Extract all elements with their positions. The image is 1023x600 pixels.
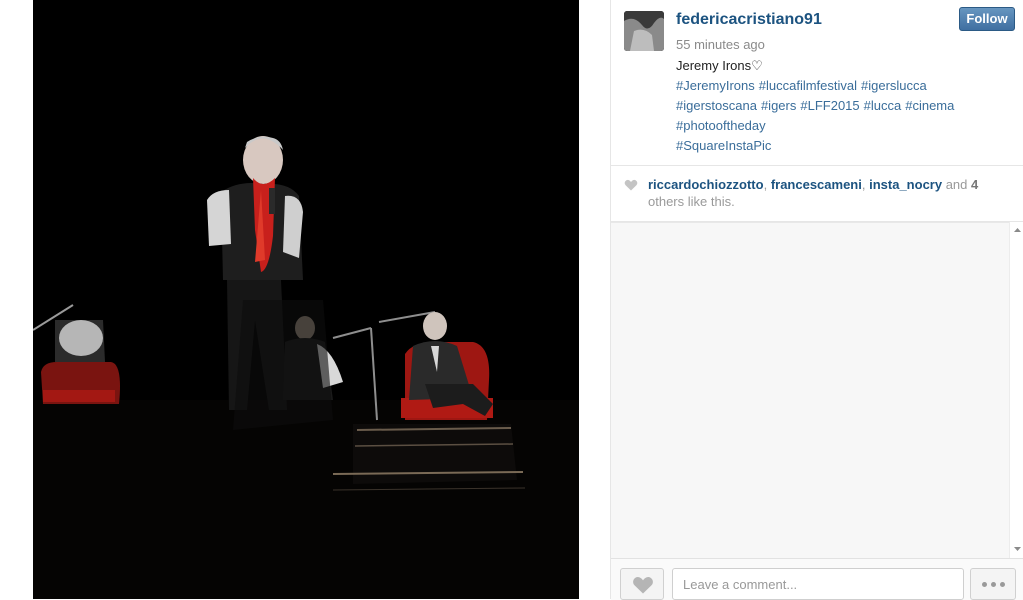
- caption-text: Jeremy Irons♡: [676, 58, 763, 73]
- post-photo[interactable]: [33, 0, 579, 599]
- username-link[interactable]: federicacristiano91: [676, 11, 822, 29]
- liker-link[interactable]: insta_nocry: [869, 177, 942, 192]
- likes-suffix: others like this.: [648, 194, 735, 209]
- hashtag-link[interactable]: #luccafilmfestival: [759, 78, 857, 93]
- photo-illustration: [33, 0, 579, 599]
- likes-summary: riccardochiozzotto, francescameni, insta…: [648, 176, 1008, 210]
- comment-input[interactable]: [672, 568, 964, 600]
- comments-scrollbar[interactable]: [1009, 222, 1023, 558]
- likes-section: riccardochiozzotto, francescameni, insta…: [611, 166, 1023, 221]
- follow-button[interactable]: Follow: [959, 7, 1015, 31]
- hashtag-link[interactable]: #LFF2015: [800, 98, 859, 113]
- liker-link[interactable]: riccardochiozzotto: [648, 177, 764, 192]
- more-dots-icon: [981, 582, 987, 587]
- more-dots-icon: [990, 582, 996, 587]
- hashtag-link[interactable]: #photooftheday: [676, 118, 766, 133]
- hashtag-link[interactable]: #igerslucca: [861, 78, 927, 93]
- hashtag-link[interactable]: #cinema: [905, 98, 954, 113]
- comments-list[interactable]: [611, 222, 1009, 558]
- hashtag-list: #JeremyIrons #luccafilmfestival #igerslucc…: [676, 76, 996, 156]
- heart-icon: [624, 179, 638, 191]
- comment-footer: [611, 558, 1023, 600]
- post-caption: Jeremy Irons♡ #JeremyIrons #luccafilmfest…: [676, 56, 996, 156]
- post-header: federicacristiano91 55 minutes ago Follo…: [611, 0, 1023, 165]
- hashtag-link[interactable]: #igerstoscana: [676, 98, 757, 113]
- more-options-button[interactable]: [970, 568, 1016, 600]
- liker-link[interactable]: francescameni: [771, 177, 862, 192]
- hashtag-link[interactable]: #igers: [761, 98, 796, 113]
- like-button[interactable]: [620, 568, 664, 600]
- avatar-image: [624, 11, 664, 51]
- more-dots-icon: [999, 582, 1005, 587]
- scroll-down-arrow-icon[interactable]: [1013, 544, 1022, 553]
- separator: ,: [763, 177, 771, 192]
- avatar[interactable]: [624, 11, 664, 51]
- hashtag-link[interactable]: #lucca: [864, 98, 902, 113]
- hashtag-link[interactable]: #SquareInstaPic: [676, 138, 771, 153]
- scroll-up-arrow-icon[interactable]: [1013, 226, 1022, 235]
- likes-others-count[interactable]: 4: [971, 177, 978, 192]
- hashtag-link[interactable]: #JeremyIrons: [676, 78, 755, 93]
- post-timestamp: 55 minutes ago: [676, 37, 765, 52]
- likes-and-text: and: [942, 177, 972, 192]
- heart-icon: [633, 576, 653, 594]
- post-details-panel: federicacristiano91 55 minutes ago Follo…: [610, 0, 1023, 600]
